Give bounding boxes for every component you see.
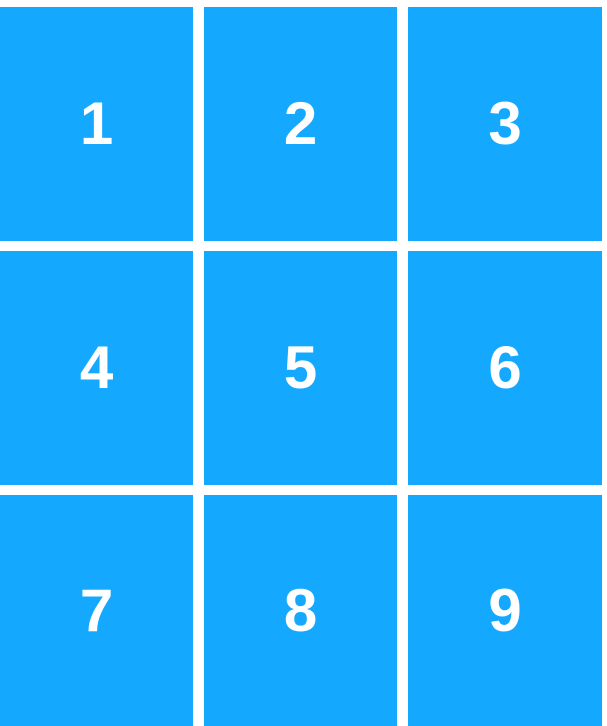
tile-label: 9 [488,576,522,644]
tile-label: 7 [79,576,114,644]
tile-1[interactable]: 1 [0,7,193,241]
tile-4[interactable]: 4 [0,251,193,485]
tile-7[interactable]: 7 [0,495,193,726]
tile-label: 1 [79,90,114,157]
tile-grid: 1 2 3 4 5 6 7 8 9 [0,7,602,726]
tile-9[interactable]: 9 [408,495,602,726]
tile-8[interactable]: 8 [204,495,397,726]
tile-label: 6 [488,334,522,401]
tile-label: 5 [283,334,318,401]
tile-3[interactable]: 3 [408,7,602,241]
tile-label: 2 [283,90,318,157]
tile-6[interactable]: 6 [408,251,602,485]
tile-label: 4 [79,334,114,401]
tile-label: 8 [283,576,318,644]
tile-2[interactable]: 2 [204,7,397,241]
tile-5[interactable]: 5 [204,251,397,485]
tile-label: 3 [488,90,522,157]
